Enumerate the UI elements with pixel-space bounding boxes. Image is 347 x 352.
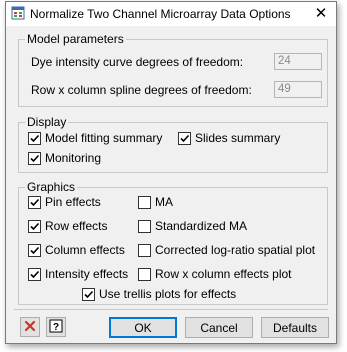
- checkbox-box[interactable]: [82, 287, 95, 301]
- checkbox-label: Standardized MA: [155, 219, 248, 233]
- checkbox-label: Column effects: [45, 243, 125, 257]
- checkbox-box[interactable]: [28, 243, 41, 257]
- checkbox-box[interactable]: [138, 195, 151, 209]
- display-label: Display: [25, 115, 69, 129]
- dialog-window: Normalize Two Channel Microarray Data Op…: [5, 1, 337, 344]
- checkbox-label: Row x column effects plot: [155, 267, 292, 281]
- checkbox-label: Intensity effects: [45, 267, 129, 281]
- standardized-ma-checkbox[interactable]: Standardized MA: [138, 218, 247, 234]
- checkbox-box[interactable]: [28, 219, 41, 233]
- defaults-button[interactable]: Defaults: [261, 317, 329, 338]
- checkbox-box[interactable]: [138, 243, 151, 257]
- checkbox-label: MA: [155, 195, 173, 209]
- pin-effects-checkbox[interactable]: Pin effects: [28, 194, 101, 210]
- help-button[interactable]: ?: [46, 317, 66, 337]
- intensity-effects-checkbox[interactable]: Intensity effects: [28, 266, 128, 282]
- svg-text:?: ?: [53, 322, 59, 333]
- dye-intensity-field[interactable]: 24: [274, 53, 322, 70]
- checkbox-label: Monitoring: [45, 151, 102, 165]
- corrected-spatial-plot-checkbox[interactable]: Corrected log-ratio spatial plot: [138, 242, 315, 258]
- checkbox-label: Row effects: [45, 219, 108, 233]
- row-effects-checkbox[interactable]: Row effects: [28, 218, 107, 234]
- model-fitting-summary-checkbox[interactable]: Model fitting summary: [28, 130, 162, 146]
- spline-df-field[interactable]: 49: [274, 81, 322, 98]
- checkbox-box[interactable]: [178, 131, 191, 145]
- title-bar: Normalize Two Channel Microarray Data Op…: [6, 2, 336, 26]
- slides-summary-checkbox[interactable]: Slides summary: [178, 130, 280, 146]
- checkbox-label: Slides summary: [195, 131, 281, 145]
- ok-button[interactable]: OK: [109, 317, 177, 338]
- dye-intensity-label: Dye intensity curve degrees of freedom:: [31, 55, 244, 69]
- graphics-label: Graphics: [25, 180, 78, 194]
- trellis-plots-checkbox[interactable]: Use trellis plots for effects: [82, 286, 236, 302]
- checkbox-box[interactable]: [28, 195, 41, 209]
- checkbox-box[interactable]: [28, 131, 41, 145]
- clear-icon: [24, 320, 36, 335]
- app-icon: [11, 6, 25, 20]
- dialog-title: Normalize Two Channel Microarray Data Op…: [30, 7, 291, 21]
- rowcol-effects-plot-checkbox[interactable]: Row x column effects plot: [138, 266, 292, 282]
- checkbox-box[interactable]: [28, 267, 41, 281]
- monitoring-checkbox[interactable]: Monitoring: [28, 150, 101, 166]
- checkbox-label: Model fitting summary: [45, 131, 163, 145]
- close-button[interactable]: ✕: [306, 2, 336, 26]
- ma-checkbox[interactable]: MA: [138, 194, 173, 210]
- help-icon: ?: [49, 319, 63, 336]
- checkbox-box[interactable]: [138, 219, 151, 233]
- clear-button[interactable]: [20, 317, 40, 337]
- checkbox-label: Corrected log-ratio spatial plot: [155, 243, 316, 257]
- cancel-button[interactable]: Cancel: [185, 317, 253, 338]
- checkbox-label: Use trellis plots for effects: [99, 287, 237, 301]
- column-effects-checkbox[interactable]: Column effects: [28, 242, 125, 258]
- spline-df-label: Row x column spline degrees of freedom:: [31, 83, 252, 97]
- checkbox-box[interactable]: [28, 151, 41, 165]
- checkbox-box[interactable]: [138, 267, 151, 281]
- button-divider: [14, 309, 328, 310]
- model-parameters-label: Model parameters: [25, 32, 126, 46]
- checkbox-label: Pin effects: [45, 195, 101, 209]
